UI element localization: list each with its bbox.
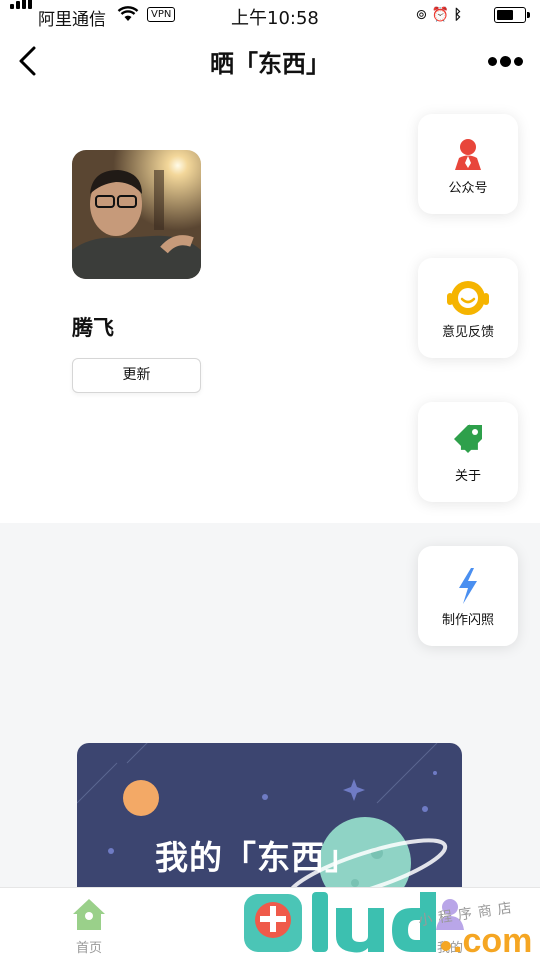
status-icons: ⊚ ⏰ ᛒ: [416, 7, 462, 23]
card-feedback[interactable]: 意见反馈: [418, 258, 518, 358]
banner-card[interactable]: 我的「东西」: [77, 743, 462, 903]
banner-title: 我的「东西」: [155, 838, 359, 877]
official-account-icon: [455, 139, 481, 170]
username: 腾飞: [72, 316, 114, 340]
page-title: 晒「东西」: [210, 50, 330, 78]
tab-home[interactable]: 首页: [44, 888, 134, 961]
vpn-badge: VPN: [147, 7, 176, 22]
lightning-icon: [459, 568, 477, 604]
carrier-name: 阿里通信: [38, 10, 106, 30]
tab-label: 首页: [75, 941, 102, 956]
feedback-headset-icon: [447, 281, 489, 315]
bluetooth-icon: ᛒ: [453, 7, 462, 23]
card-label: 公众号: [448, 181, 488, 196]
alarm-icon: ⏰: [431, 7, 450, 23]
card-label: 关于: [454, 469, 481, 484]
tab-label: 我的: [436, 941, 463, 956]
tag-icon: [454, 424, 482, 453]
status-bar: 阿里通信 VPN 上午10:58 ⊚ ⏰ ᛒ: [0, 0, 540, 30]
update-button[interactable]: 更新: [72, 358, 201, 393]
more-dots-icon[interactable]: [484, 52, 524, 72]
card-official-account[interactable]: 公众号: [418, 114, 518, 214]
wifi-icon: [117, 6, 139, 21]
nav-bar: 晒「东西」: [0, 30, 540, 92]
home-icon: [73, 899, 105, 930]
card-label: 意见反馈: [441, 325, 494, 340]
tab-mine[interactable]: 我的: [405, 888, 495, 961]
avatar[interactable]: [72, 150, 201, 279]
card-about[interactable]: 关于: [418, 402, 518, 502]
clock: 上午10:58: [231, 8, 319, 29]
user-icon: [436, 899, 464, 930]
battery-icon: [494, 7, 530, 23]
orientation-lock-icon: ⊚: [415, 7, 428, 23]
card-label: 制作闪照: [441, 613, 494, 628]
card-make-flash-photo[interactable]: 制作闪照: [418, 546, 518, 646]
planet-illustration: [77, 743, 448, 903]
tab-bar: 首页 我的: [0, 887, 540, 961]
